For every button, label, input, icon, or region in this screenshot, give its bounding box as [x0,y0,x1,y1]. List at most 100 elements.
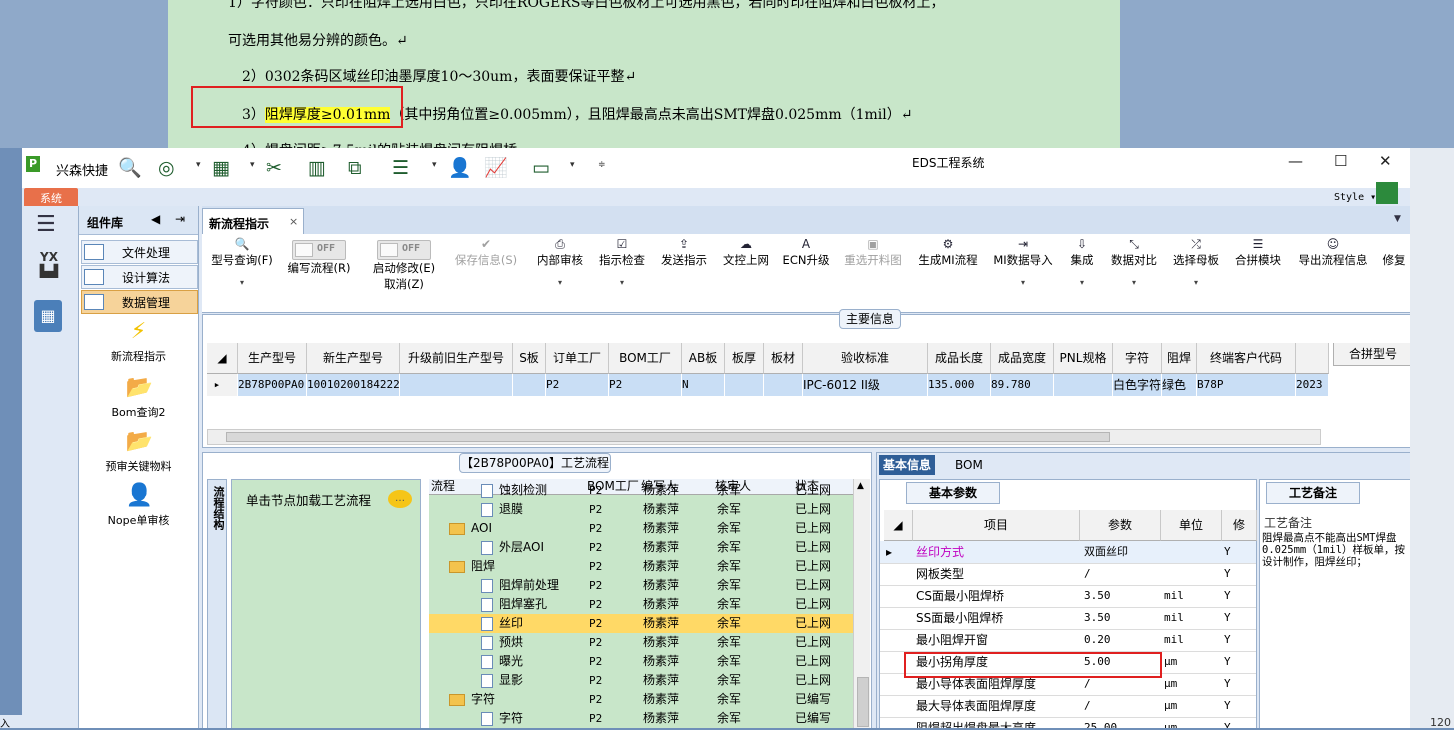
user-icon[interactable]: 👤 [448,156,472,180]
area-chart-icon[interactable]: 📈 [484,156,508,180]
model-query-button[interactable]: 🔍 型号查询(F) ▾ [206,234,278,287]
system-tab[interactable]: 系统 [24,188,78,206]
cell-material[interactable] [764,374,802,396]
flow-row[interactable]: 阻焊前处理 P2 杨素萍 余军 已上网 [429,576,853,595]
column-header[interactable]: PNL规格 [1054,343,1113,374]
horizontal-scrollbar[interactable] [207,429,1321,445]
sign-in-icon[interactable]: ⇥ [175,212,185,226]
param-value[interactable]: 双面丝印 [1084,541,1160,563]
ecn-upgrade-button[interactable]: A ECN升级 [780,234,832,268]
column-header[interactable]: 升级前旧生产型号 [400,343,513,374]
tool-nope-review[interactable]: 👤 Nope单审核 [79,484,198,528]
param-column-header[interactable]: 修 [1222,510,1257,541]
cell-character[interactable]: 白色字符 [1113,374,1161,396]
flow-row[interactable]: 字符 P2 杨素萍 余军 已编写 [429,709,853,728]
select-motherboard-button[interactable]: ⤮ 选择母板 ▾ [1168,234,1224,287]
integrate-button[interactable]: ⇩ 集成 ▾ [1064,234,1100,287]
cell-acceptance[interactable]: IPC-6012 II级 [803,374,927,396]
param-row[interactable]: 最大导体表面阻焊厚度 / μm Y [880,695,1256,718]
doc-control-online-button[interactable]: ☁ 文控上网 [718,234,774,268]
node-pane[interactable]: 单击节点加载工艺流程 … [231,479,421,728]
style-dropdown[interactable]: Style ▾ [1334,192,1376,203]
vertical-scrollbar[interactable]: ▲ [853,479,870,728]
style-swatch-icon[interactable] [1376,182,1398,204]
lifebuoy-icon[interactable]: ◎ [158,156,175,180]
param-row[interactable]: 最小阻焊开窗 0.20 mil Y [880,629,1256,652]
column-header[interactable]: S板 [513,343,546,374]
cell-new-model[interactable]: 10010200184222 [307,374,399,396]
cell-length[interactable]: 135.000 [928,374,990,396]
param-row[interactable]: CS面最小阻焊桥 3.50 mil Y [880,585,1256,608]
chevron-down-icon[interactable]: ▾ [250,160,255,170]
param-value[interactable]: / [1084,563,1160,585]
list-icon[interactable]: ☰ [392,156,409,180]
column-header[interactable]: 终端客户代码 [1197,343,1296,374]
param-row[interactable]: 网板类型 / Y [880,563,1256,586]
tab-basic-info[interactable]: 基本信息 [879,455,936,475]
column-header[interactable]: 板厚 [725,343,764,374]
tab-bom[interactable]: BOM [951,455,987,475]
param-value[interactable]: 3.50 [1084,607,1160,629]
param-column-header[interactable]: 参数 [1080,510,1161,541]
param-column-header[interactable]: 项目 [913,510,1080,541]
save-info-button[interactable]: ✔ 保存信息(S) [450,234,522,268]
yx-factory-icon[interactable]: YX ▙▟ [32,250,66,284]
cell-old-model[interactable] [400,374,512,396]
close-button[interactable]: ✕ [1379,152,1392,170]
cell-model[interactable]: 2B78P00PA0 [238,374,306,396]
notes-textarea[interactable]: 阻焊最高点不能高出SMT焊盘0.025mm（1mil）样板单，按设计制作，阻焊丝… [1262,532,1410,602]
chevron-down-icon[interactable]: ▾ [432,160,437,170]
cell-width[interactable]: 89.780 [991,374,1053,396]
column-header[interactable]: 验收标准 [803,343,928,374]
cell-customer-code[interactable]: B78P [1197,374,1295,396]
param-value[interactable]: 0.20 [1084,629,1160,651]
calculator-icon[interactable]: ▦ [34,300,62,332]
library-item-file-processing[interactable]: 文件处理 [81,240,198,264]
tool-pre-review-materials[interactable]: 📂 预审关键物料 [79,430,198,474]
column-header[interactable]: 字符 [1113,343,1162,374]
column-header[interactable]: 成品长度 [928,343,991,374]
tool-new-flow-instruction[interactable]: ⚡ 新流程指示 [79,320,198,364]
export-flow-button[interactable]: ☺ 导出流程信息 [1292,234,1374,268]
scrollbar-thumb[interactable] [226,432,1110,442]
column-header[interactable]: AB板 [682,343,725,374]
monitor-icon[interactable]: ▭ [532,156,550,180]
minimize-button[interactable]: — [1288,152,1303,170]
library-item-data-management[interactable]: 数据管理 [81,290,198,314]
toggle-switch[interactable]: OFF [292,240,346,260]
film-icon[interactable]: ▥ [308,156,326,180]
param-value[interactable]: / [1084,695,1160,717]
param-value[interactable]: 25.00 [1084,717,1160,728]
write-flow-toggle[interactable]: OFF 编写流程(R) [282,234,356,276]
flow-row[interactable]: 丝印 P2 杨素萍 余军 已上网 [429,614,853,633]
flow-row[interactable]: 显影 P2 杨素萍 余军 已上网 [429,671,853,690]
merge-module-button[interactable]: ☰ 合拼模块 [1230,234,1286,268]
flow-row[interactable]: 曝光 P2 杨素萍 余军 已上网 [429,652,853,671]
flow-row[interactable]: 预烘 P2 杨素萍 余军 已上网 [429,633,853,652]
tab-new-flow-instruction[interactable]: 新流程指示 × [202,208,304,235]
flow-row[interactable]: 退膜 P2 杨素萍 余军 已上网 [429,500,853,519]
cancel-label[interactable]: 取消(Z) [364,276,444,292]
cell-order-factory[interactable]: P2 [546,374,608,396]
chevron-down-icon[interactable]: ▾ [196,160,201,170]
column-header[interactable] [1296,343,1329,374]
row-indicator[interactable]: ▸ [207,374,237,396]
flow-row[interactable]: 阻焊塞孔 P2 杨素萍 余军 已上网 [429,595,853,614]
copy-icon[interactable]: ⧉ [348,156,362,180]
flow-row[interactable]: 外层AOI P2 杨素萍 余军 已上网 [429,538,853,557]
tabs-menu-icon[interactable]: ▼ [1394,214,1401,224]
column-header[interactable]: 生产型号 [238,343,307,374]
column-header[interactable]: 新生产型号 [307,343,400,374]
maximize-button[interactable]: ☐ [1334,152,1347,170]
tab-close-icon[interactable]: × [289,215,298,228]
flow-row[interactable]: 蚀刻检测 P2 杨素萍 余军 已上网 [429,481,853,500]
param-row[interactable]: 阻焊超出焊盘最大高度 25.00 μm Y [880,717,1256,728]
merge-model-header[interactable]: 合拼型号 [1333,343,1410,366]
start-modify-toggle[interactable]: OFF 启动修改(E) 取消(Z) [364,234,444,292]
column-header[interactable]: 成品宽度 [991,343,1054,374]
cell-solder-mask[interactable]: 绿色 [1162,374,1196,396]
param-row[interactable]: ▸ 丝印方式 双面丝印 Y [880,541,1256,564]
library-item-design-algorithm[interactable]: 设计算法 [81,265,198,289]
column-header[interactable]: 板材 [764,343,803,374]
mi-data-import-button[interactable]: ⇥ MI数据导入 ▾ [988,234,1058,287]
